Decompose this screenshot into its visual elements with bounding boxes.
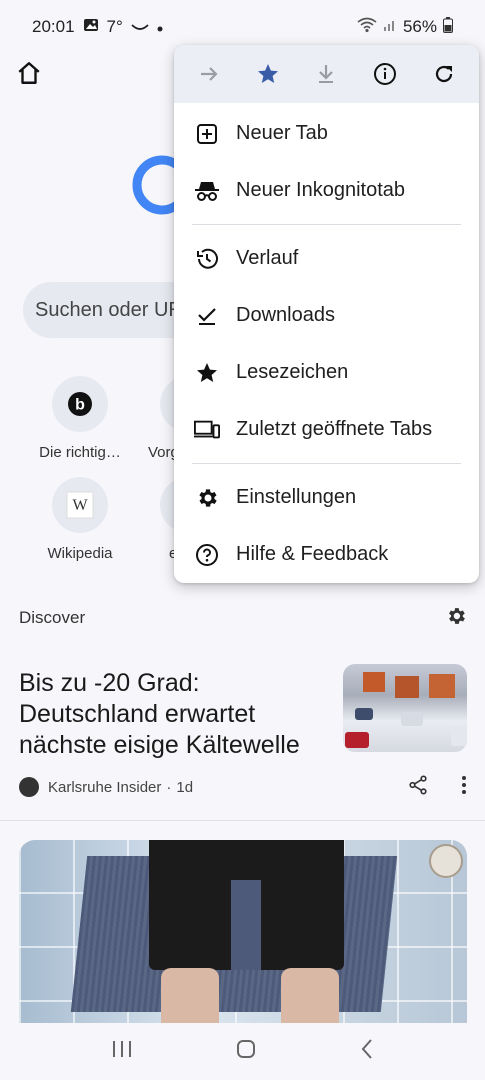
notification-dot-icon — [157, 17, 163, 37]
discover-header: Discover — [19, 600, 467, 636]
discover-settings-button[interactable] — [445, 605, 467, 632]
downloads-check-icon — [194, 303, 220, 329]
search-placeholder: Suchen oder UR — [35, 298, 183, 321]
foot-left-shape — [161, 968, 219, 1025]
bing-b-icon: b — [52, 376, 108, 432]
shortcut-partial-icon — [160, 376, 174, 432]
more-options-button[interactable] — [461, 775, 467, 799]
menu-item-downloads[interactable]: Downloads — [174, 287, 479, 344]
discover-title: Discover — [19, 608, 86, 627]
signal-icon — [383, 17, 397, 37]
shortcut-tile[interactable]: Vorg — [132, 376, 174, 461]
menu-item-label: Lesezeichen — [236, 361, 349, 383]
battery-icon — [443, 16, 453, 38]
battery-percentage: 56% — [402, 17, 437, 36]
home-nav-button[interactable] — [235, 1038, 257, 1065]
article-meta: Karlsruhe Insider · 1d — [19, 774, 467, 800]
shortcut-tile[interactable]: e — [132, 477, 174, 562]
forward-button[interactable] — [189, 54, 229, 94]
status-time: 20:01 — [32, 17, 75, 36]
gear-icon — [449, 607, 465, 624]
menu-item-label: Neuer Inkognitotab — [236, 179, 406, 201]
history-icon — [194, 246, 220, 272]
bookmarks-star-icon — [194, 360, 220, 386]
menu-item-label: Hilfe & Feedback — [236, 543, 389, 565]
incognito-icon — [194, 178, 220, 204]
shortcut-tile[interactable]: b Die richtig… — [20, 376, 140, 461]
image-notification-icon — [83, 17, 99, 38]
menu-item-incognito[interactable]: Neuer Inkognitotab — [174, 162, 479, 219]
system-nav-bar — [0, 1023, 485, 1080]
svg-text:b: b — [75, 397, 85, 414]
article-title[interactable]: Bis zu -20 Grad: Deutschland erwartet nä… — [19, 668, 329, 761]
settings-gear-icon — [194, 485, 220, 511]
menu-item-label: Downloads — [236, 304, 335, 326]
menu-item-help-feedback[interactable]: Hilfe & Feedback — [174, 526, 479, 583]
menu-separator — [192, 463, 461, 464]
shortcut-tile[interactable]: W Wikipedia — [20, 477, 140, 562]
article-thumbnail[interactable] — [343, 664, 467, 752]
home-nav-icon — [237, 1040, 256, 1058]
menu-item-label: Einstellungen — [236, 486, 357, 508]
overflow-menu: Neuer Tab Neuer Inkognitotab Verlauf Dow… — [174, 45, 479, 583]
meta-separator: · — [166, 778, 172, 796]
article-source: Karlsruhe Insider — [48, 778, 162, 796]
article-image[interactable] — [19, 840, 467, 1025]
shortcut-label: Vorg — [148, 444, 174, 461]
recent-tabs-icon — [194, 417, 220, 443]
menu-item-label: Verlauf — [236, 247, 299, 269]
feed-divider — [0, 820, 485, 821]
legs-gap-shape — [231, 880, 261, 970]
forward-arrow-icon — [201, 67, 218, 81]
share-button[interactable] — [407, 774, 429, 800]
shortcut-label: Die richtig… — [39, 444, 121, 461]
status-temperature: 7° — [106, 17, 123, 36]
wifi-icon — [357, 17, 377, 38]
foot-right-shape — [281, 968, 339, 1025]
wikipedia-w-icon: W — [52, 477, 108, 533]
help-icon — [194, 542, 220, 568]
share-icon — [409, 775, 427, 795]
svg-text:W: W — [72, 497, 88, 514]
recent-apps-button[interactable] — [111, 1039, 133, 1064]
source-logo-icon — [19, 777, 39, 797]
recent-apps-icon — [113, 1041, 132, 1057]
reload-button[interactable] — [424, 54, 464, 94]
back-button[interactable] — [360, 1038, 374, 1065]
download-page-button[interactable] — [306, 54, 346, 94]
thermostat-shape — [429, 844, 463, 878]
menu-item-label: Neuer Tab — [236, 122, 328, 144]
menu-toolbar — [174, 45, 479, 103]
menu-item-new-tab[interactable]: Neuer Tab — [174, 105, 479, 162]
menu-item-recent-tabs[interactable]: Zuletzt geöffnete Tabs — [174, 401, 479, 458]
bookmark-button[interactable] — [248, 54, 288, 94]
menu-separator — [192, 224, 461, 225]
download-icon — [319, 65, 334, 83]
home-icon — [18, 62, 40, 84]
page-info-button[interactable] — [365, 54, 405, 94]
reload-icon — [435, 65, 452, 83]
home-button[interactable] — [12, 56, 46, 90]
menu-item-label: Zuletzt geöffnete Tabs — [236, 418, 433, 440]
menu-item-settings[interactable]: Einstellungen — [174, 469, 479, 526]
weather-moon-icon — [131, 17, 149, 37]
info-icon — [374, 63, 397, 85]
bookmark-star-icon — [257, 64, 278, 83]
back-icon — [361, 1039, 372, 1059]
new-tab-icon — [194, 121, 220, 147]
menu-item-bookmarks[interactable]: Lesezeichen — [174, 344, 479, 401]
more-vert-icon — [462, 776, 466, 794]
shortcut-label: Wikipedia — [47, 545, 113, 562]
menu-item-history[interactable]: Verlauf — [174, 230, 479, 287]
shortcut-partial-icon — [160, 477, 174, 533]
article-age: 1d — [176, 778, 194, 796]
